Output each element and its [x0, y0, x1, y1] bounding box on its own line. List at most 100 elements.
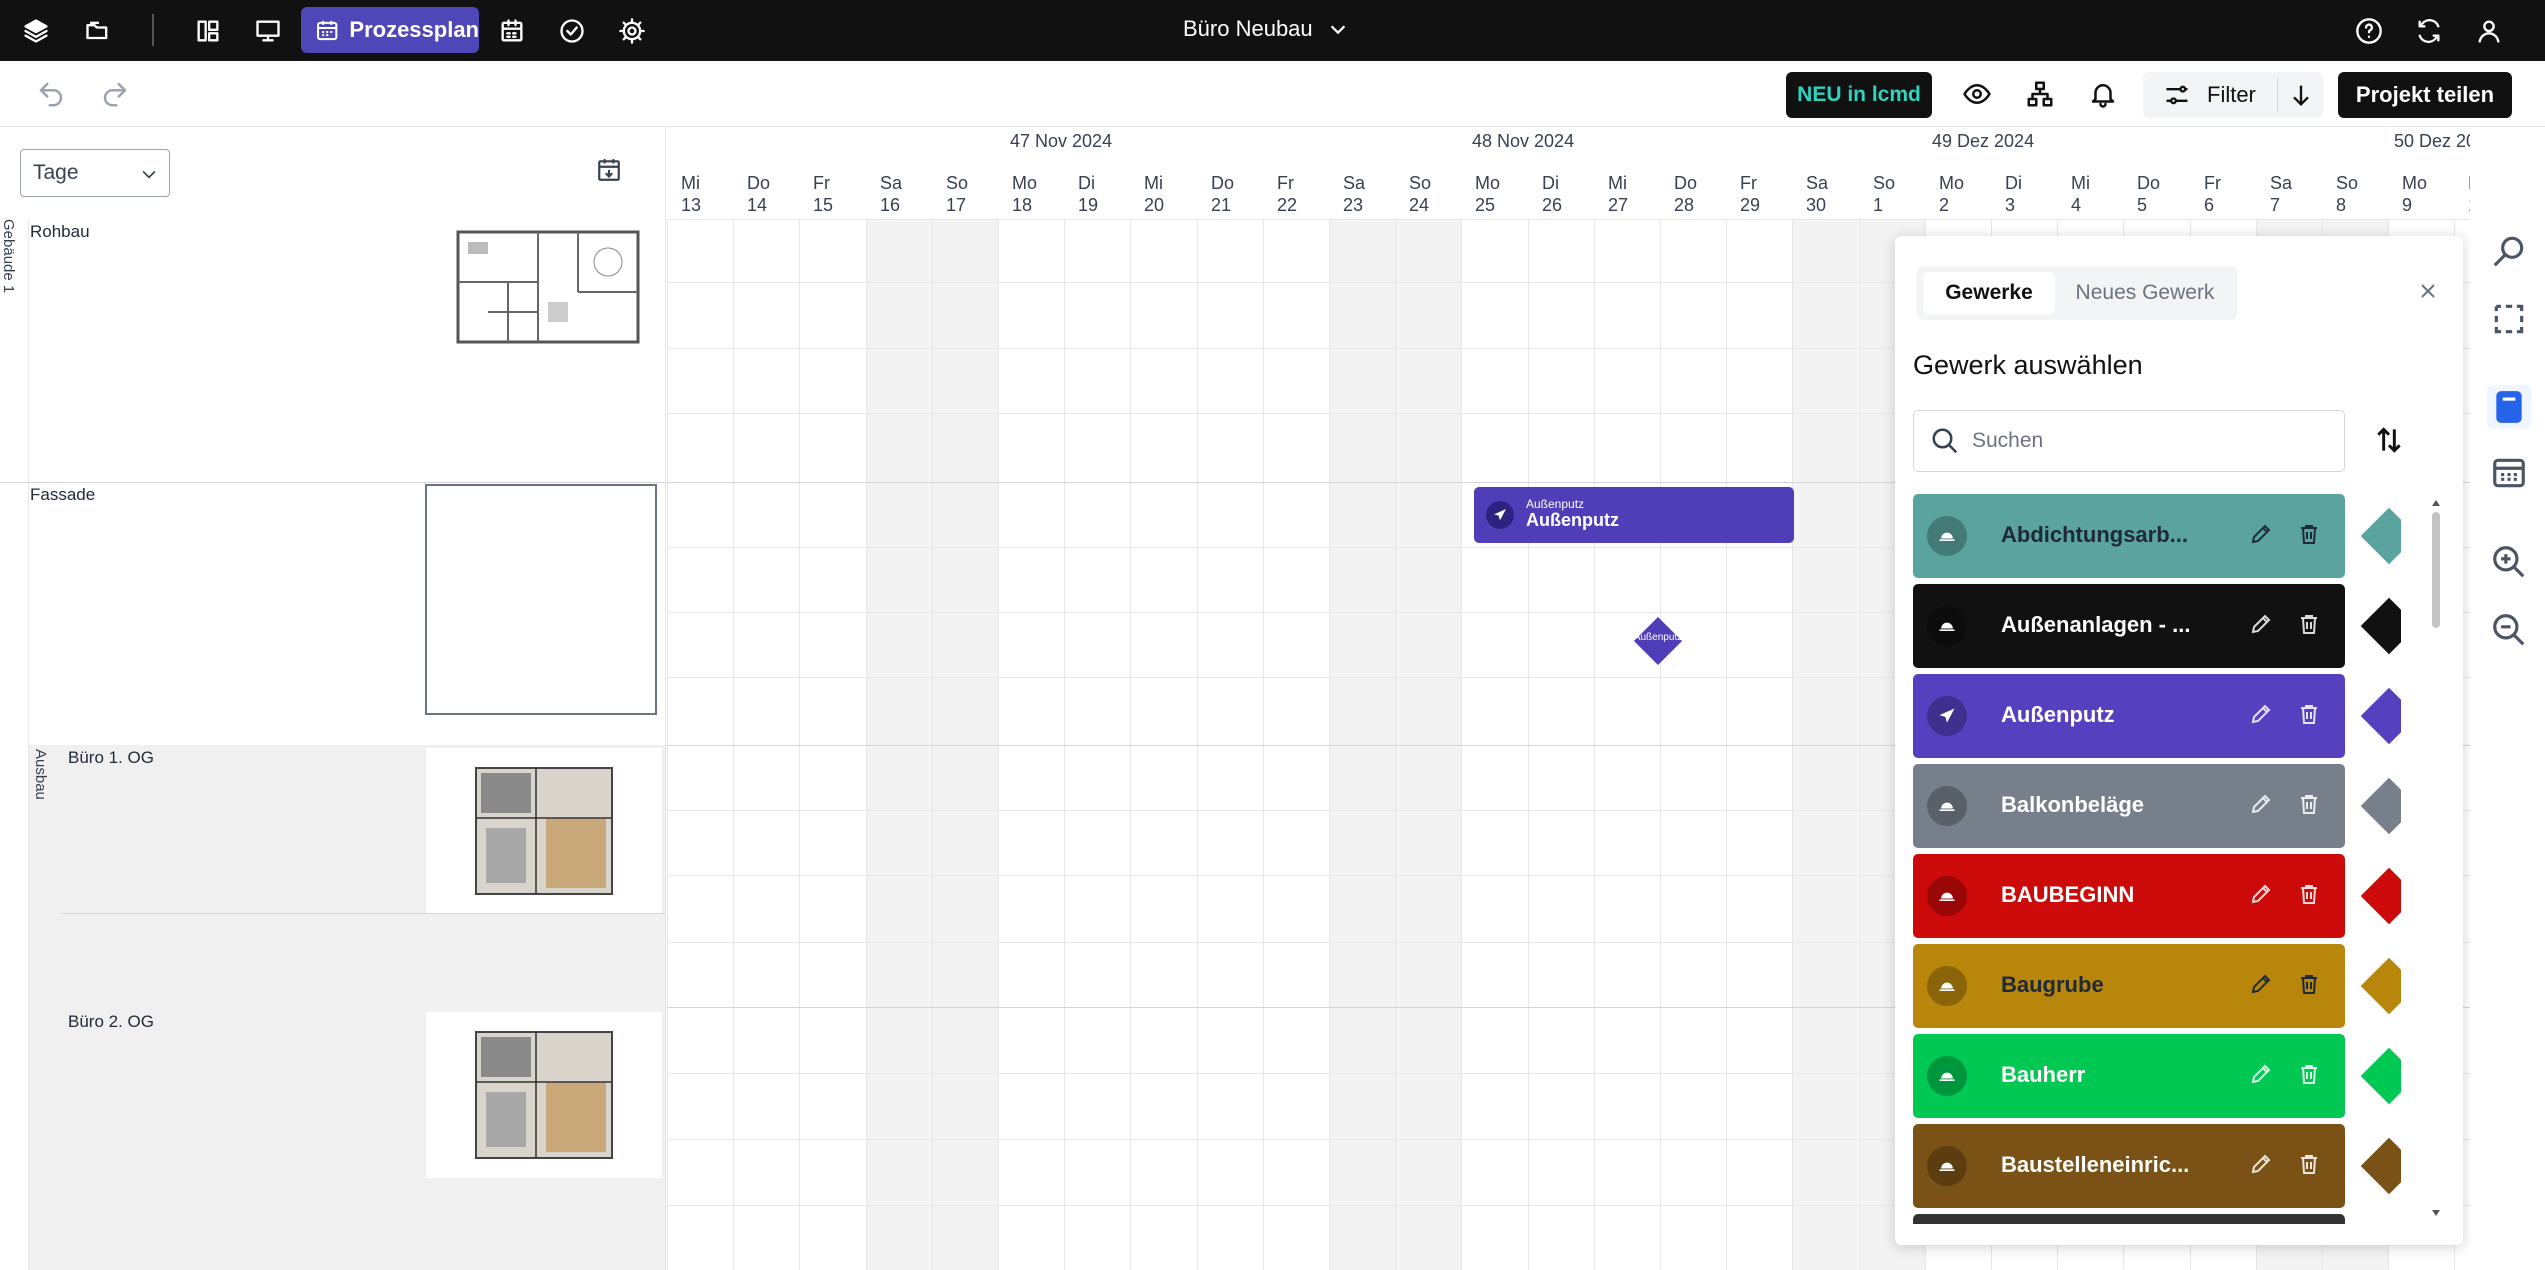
- redo-icon[interactable]: [96, 75, 134, 113]
- row-label-buero-1-og[interactable]: Büro 1. OG: [68, 748, 154, 768]
- trade-list-scrollbar[interactable]: [2431, 498, 2441, 1218]
- tab-prozessplan[interactable]: Prozessplan: [301, 7, 479, 53]
- zoom-in-icon[interactable]: [2487, 540, 2531, 584]
- trade-item[interactable]: Außenputz: [1913, 674, 2345, 758]
- calendar-grid-icon[interactable]: [494, 13, 530, 49]
- trade-item[interactable]: Außenanlagen - ...: [1913, 584, 2345, 668]
- pencil-icon[interactable]: [2249, 882, 2277, 910]
- jump-to-date-icon[interactable]: [596, 157, 626, 187]
- week-label: 49 Dez 2024: [1932, 131, 2035, 151]
- trade-item[interactable]: Bauherr: [1913, 1034, 2345, 1118]
- user-icon[interactable]: [2471, 13, 2507, 49]
- eye-icon[interactable]: [1958, 75, 1996, 113]
- empty-thumbnail[interactable]: [425, 484, 657, 715]
- floor-plan-thumbnail[interactable]: [428, 222, 658, 360]
- filter-button[interactable]: Filter: [2143, 72, 2323, 118]
- tab-gewerke[interactable]: Gewerke: [1923, 272, 2055, 314]
- day-header: Sa 23: [1329, 172, 1395, 216]
- task-bar-aussenputz[interactable]: Außenputz Außenputz: [1474, 487, 1794, 543]
- check-circle-icon[interactable]: [554, 13, 590, 49]
- trade-list: Abdichtungsarb... Außenanlagen - ... Außen…: [1913, 494, 2401, 1224]
- bell-icon[interactable]: [2084, 75, 2122, 113]
- new-in-lcmd-badge[interactable]: NEU in lcmd: [1786, 72, 1932, 118]
- undo-icon[interactable]: [32, 75, 70, 113]
- trade-item-partial[interactable]: [1913, 1214, 2345, 1224]
- layout-icon[interactable]: [190, 13, 226, 49]
- day-header: So 24: [1395, 172, 1461, 216]
- trade-search-field[interactable]: [1913, 410, 2345, 472]
- trash-icon[interactable]: [2297, 1152, 2325, 1180]
- time-scale-select[interactable]: Tage: [20, 149, 170, 197]
- pencil-icon[interactable]: [2249, 522, 2277, 550]
- trade-color-swatch[interactable]: [2360, 867, 2401, 925]
- trade-name: Balkonbeläge: [2001, 792, 2145, 817]
- hierarchy-icon[interactable]: [2021, 75, 2059, 113]
- day-header: Sa 30: [1792, 172, 1858, 216]
- trade-item[interactable]: Balkonbeläge: [1913, 764, 2345, 848]
- trash-icon[interactable]: [2297, 882, 2325, 910]
- day-number: 5: [2137, 195, 2148, 215]
- folder-icon[interactable]: [80, 13, 116, 49]
- zoom-out-icon[interactable]: [2487, 608, 2531, 652]
- trash-icon[interactable]: [2297, 702, 2325, 730]
- pencil-icon[interactable]: [2249, 792, 2277, 820]
- trash-icon[interactable]: [2297, 792, 2325, 820]
- trade-color-swatch[interactable]: [2360, 507, 2401, 565]
- tab-neues-gewerk[interactable]: Neues Gewerk: [2061, 272, 2229, 314]
- pencil-icon[interactable]: [2249, 702, 2277, 730]
- filter-label: Filter: [2207, 82, 2256, 107]
- day-header: Di 3: [1991, 172, 2057, 216]
- day-number: 21: [1211, 195, 1232, 215]
- day-number: 2: [1939, 195, 1950, 215]
- day-name: Mi: [1608, 173, 1627, 193]
- pencil-icon[interactable]: [2249, 1152, 2277, 1180]
- gear-icon[interactable]: [614, 13, 650, 49]
- floor-plan-thumbnail[interactable]: [426, 748, 662, 914]
- close-icon[interactable]: [2416, 279, 2442, 305]
- sort-icon[interactable]: [2373, 424, 2407, 458]
- pencil-icon[interactable]: [2249, 612, 2277, 640]
- presentation-icon[interactable]: [250, 13, 286, 49]
- trash-icon[interactable]: [2297, 522, 2325, 550]
- trade-color-swatch[interactable]: [2360, 777, 2401, 835]
- search-icon[interactable]: [2487, 229, 2531, 273]
- trade-color-swatch[interactable]: [2360, 1047, 2401, 1105]
- calendar-table-icon[interactable]: [2487, 451, 2531, 495]
- trade-color-swatch[interactable]: [2360, 957, 2401, 1015]
- notebook-icon[interactable]: [2487, 385, 2531, 429]
- trade-color-swatch[interactable]: [2360, 597, 2401, 655]
- day-header: Fr 22: [1263, 172, 1329, 216]
- trade-search-input[interactable]: [1972, 429, 2312, 453]
- day-header: Mi 13: [667, 172, 733, 216]
- help-icon[interactable]: [2351, 13, 2387, 49]
- project-selector[interactable]: Büro Neubau: [1183, 16, 1349, 42]
- day-header: Mo 18: [998, 172, 1064, 216]
- day-name: Fr: [1740, 173, 1757, 193]
- row-label-fassade[interactable]: Fassade: [30, 485, 95, 505]
- layers-icon[interactable]: [18, 13, 54, 49]
- sync-icon[interactable]: [2411, 13, 2447, 49]
- row-label-buero-2-og[interactable]: Büro 2. OG: [68, 1012, 154, 1032]
- trash-icon[interactable]: [2297, 1062, 2325, 1090]
- floor-plan-thumbnail[interactable]: [426, 1012, 662, 1178]
- trade-item[interactable]: BAUBEGINN: [1913, 854, 2345, 938]
- day-header: Fr 29: [1726, 172, 1792, 216]
- select-area-icon[interactable]: [2487, 297, 2531, 341]
- row-label-rohbau[interactable]: Rohbau: [30, 222, 90, 242]
- trade-item[interactable]: Baugrube: [1913, 944, 2345, 1028]
- arrow-down-icon[interactable]: [2287, 81, 2315, 109]
- pencil-icon[interactable]: [2249, 972, 2277, 1000]
- trash-icon[interactable]: [2297, 972, 2325, 1000]
- trade-color-swatch[interactable]: [2360, 1137, 2401, 1195]
- plane-icon: [1486, 501, 1514, 529]
- trade-item[interactable]: Abdichtungsarb...: [1913, 494, 2345, 578]
- day-number: 25: [1475, 195, 1496, 215]
- share-project-button[interactable]: Projekt teilen: [2338, 72, 2512, 118]
- trade-item[interactable]: Baustelleneinric...: [1913, 1124, 2345, 1208]
- day-header: Fr 6: [2190, 172, 2256, 216]
- trash-icon[interactable]: [2297, 612, 2325, 640]
- pencil-icon[interactable]: [2249, 1062, 2277, 1090]
- day-number: 28: [1674, 195, 1695, 215]
- scrollbar-thumb[interactable]: [2432, 512, 2440, 628]
- trade-color-swatch[interactable]: [2360, 687, 2401, 745]
